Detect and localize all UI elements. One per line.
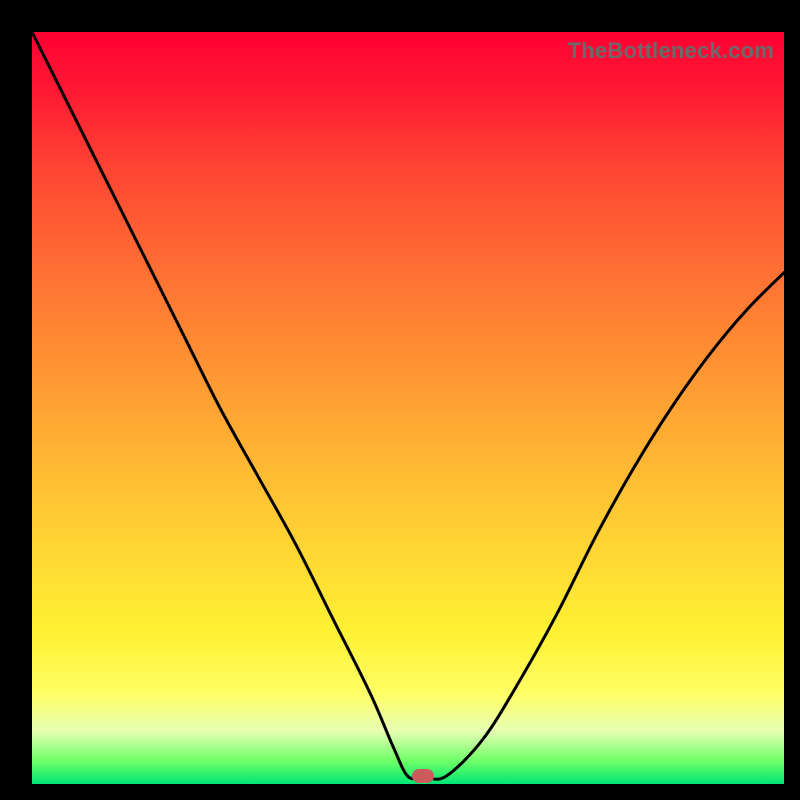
curve-svg (32, 32, 784, 784)
chart-frame: TheBottleneck.com (0, 0, 800, 800)
optimum-marker (412, 769, 434, 783)
plot-area: TheBottleneck.com (32, 32, 784, 784)
bottleneck-curve-path (32, 32, 784, 779)
